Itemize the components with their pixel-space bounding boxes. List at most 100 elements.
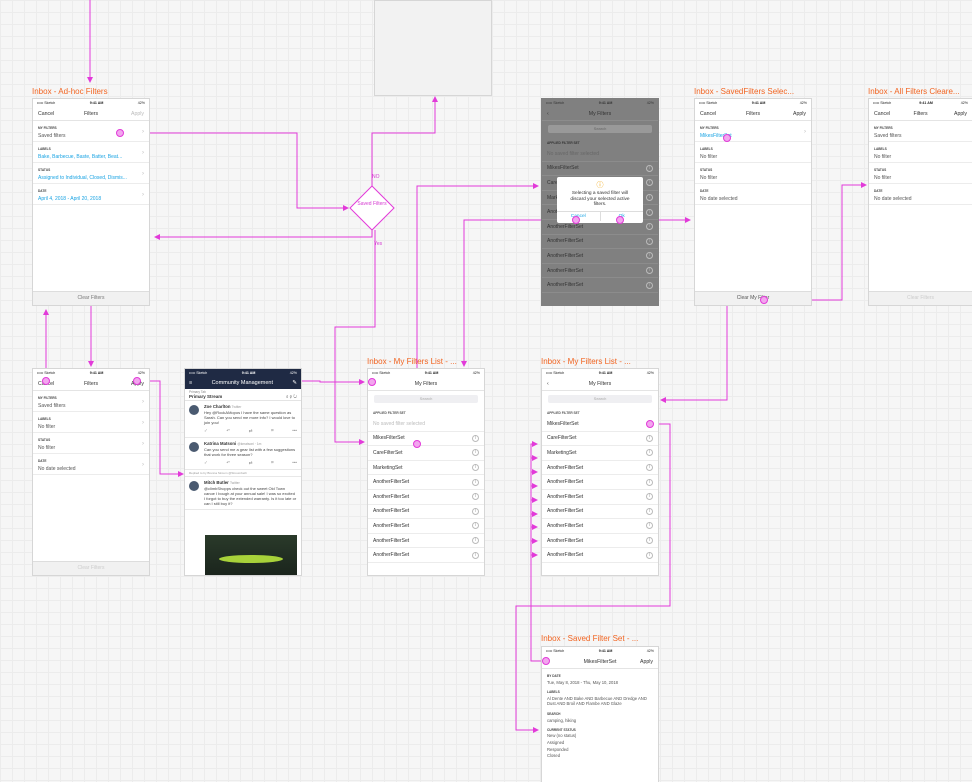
post-actions[interactable]: ✓ ↶ ⇄ ⌗ ••• (204, 460, 297, 466)
cancel-button[interactable]: Cancel (38, 111, 60, 117)
post-item[interactable]: Zoe Charlton Twitter Hey @RockAMopos I ha… (185, 401, 301, 438)
filter-row-my-filters[interactable]: MY FILTERS MikesFilterSet › (695, 121, 811, 142)
apply-button[interactable]: Apply (122, 111, 144, 117)
tag-icon[interactable]: ⌗ (271, 460, 274, 466)
filter-row-status[interactable]: STATUS Assigned to Individual, Closed, Di… (33, 163, 149, 184)
info-icon[interactable]: i (646, 449, 653, 457)
filter-row-date[interactable]: DATE No date selected › (33, 454, 149, 475)
list-item[interactable]: CareFilterSeti (542, 432, 658, 447)
info-icon[interactable]: i (646, 179, 653, 187)
list-item[interactable]: AnotherFilterSeti (368, 548, 484, 563)
app-title[interactable]: Community Management (212, 380, 273, 386)
hotspot[interactable] (616, 216, 624, 224)
cancel-button[interactable]: Cancel (700, 111, 722, 117)
list-item[interactable]: AnotherFilterSeti (542, 548, 658, 563)
info-icon[interactable]: i (472, 537, 479, 545)
clear-my-filter-button[interactable]: Clear My Filter (695, 291, 811, 305)
filter-row-date[interactable]: DATE April 4, 2018 - April 20, 2018 › (33, 184, 149, 205)
filter-row-status[interactable]: STATUS No filter › (33, 433, 149, 454)
info-icon[interactable]: i (646, 537, 653, 545)
hotspot[interactable] (572, 216, 580, 224)
search-input[interactable]: Search (548, 395, 652, 403)
list-item[interactable]: AnotherFilterSeti (368, 519, 484, 534)
list-item[interactable]: AnotherFilterSeti (542, 235, 658, 250)
hotspot[interactable] (646, 420, 654, 428)
hotspot[interactable] (42, 377, 50, 385)
back-chevron-icon[interactable]: ‹ (547, 111, 569, 117)
reply-icon[interactable]: ↶ (226, 460, 230, 466)
list-item[interactable]: AnotherFilterSeti (368, 534, 484, 549)
post-actions[interactable]: ✓ ↶ ⇄ ⌗ ••• (204, 428, 297, 434)
back-chevron-icon[interactable]: ‹ (373, 381, 395, 387)
clear-filters-button[interactable]: Clear Filters (33, 561, 149, 575)
info-icon[interactable]: i (646, 237, 653, 245)
hotspot[interactable] (760, 296, 768, 304)
info-icon[interactable]: i (646, 522, 653, 530)
menu-icon[interactable]: ≡ (189, 380, 192, 386)
clear-filters-button[interactable]: Clear Filters (33, 291, 149, 305)
toolbar-icons[interactable]: ⌕ ⚲ ↻ (286, 394, 297, 399)
list-item[interactable]: AnotherFilterSeti (542, 264, 658, 279)
list-item[interactable]: AnotherFilterSeti (542, 461, 658, 476)
hotspot[interactable] (542, 657, 550, 665)
list-item[interactable]: MarketingSeti (542, 446, 658, 461)
list-item[interactable]: AnotherFilterSeti (542, 249, 658, 264)
list-item[interactable]: MarketingSeti (368, 461, 484, 476)
check-icon[interactable]: ✓ (204, 460, 208, 466)
info-icon[interactable]: i (472, 507, 479, 515)
list-item-applied[interactable]: MikesFilterSet (542, 417, 658, 432)
info-icon[interactable]: i (646, 223, 653, 231)
info-icon[interactable]: i (646, 478, 653, 486)
list-item[interactable]: AnotherFilterSeti (368, 490, 484, 505)
back-chevron-icon[interactable]: ‹ (547, 381, 569, 387)
filter-row-date[interactable]: DATE No date selected (869, 184, 972, 205)
info-icon[interactable]: i (472, 522, 479, 530)
info-icon[interactable]: i (646, 434, 653, 442)
cancel-button[interactable]: Cancel (874, 111, 896, 117)
info-icon[interactable]: i (472, 478, 479, 486)
hotspot[interactable] (413, 440, 421, 448)
list-item[interactable]: AnotherFilterSeti (542, 278, 658, 293)
more-icon[interactable]: ••• (292, 460, 297, 466)
info-icon[interactable]: i (646, 267, 653, 275)
info-icon[interactable]: i (646, 194, 653, 202)
info-icon[interactable]: i (472, 551, 479, 559)
info-icon[interactable]: i (646, 493, 653, 501)
filter-row-labels[interactable]: LABELS No filter › (33, 412, 149, 433)
tag-icon[interactable]: ⌗ (271, 428, 274, 434)
post-item[interactable]: Mitch Butler Twitter @climbShopps check o… (185, 477, 301, 510)
filter-row-my-filters[interactable]: MY FILTERS Saved filters (869, 121, 972, 142)
info-icon[interactable]: i (472, 493, 479, 501)
info-icon[interactable]: i (646, 208, 653, 216)
hotspot[interactable] (116, 129, 124, 137)
list-item[interactable]: AnotherFilterSeti (368, 475, 484, 490)
info-icon[interactable]: i (646, 551, 653, 559)
list-item[interactable]: MikesFilterSet i (542, 162, 658, 177)
compose-icon[interactable]: ✎ (292, 380, 297, 386)
retweet-icon[interactable]: ⇄ (249, 460, 253, 466)
filter-row-my-filters[interactable]: MY FILTERS Saved filters › (33, 121, 149, 142)
post-item[interactable]: Katrina Matsoni @kmatsoni · 1m Can you se… (185, 438, 301, 470)
filter-row-labels[interactable]: LABELS No filter (869, 142, 972, 163)
apply-button[interactable]: Apply (784, 111, 806, 117)
list-item[interactable]: CareFilterSeti (368, 446, 484, 461)
list-item[interactable]: AnotherFilterSeti (542, 534, 658, 549)
filter-row-labels[interactable]: LABELS Bake, Barbecue, Baste, Batter, Bea… (33, 142, 149, 163)
info-icon[interactable]: i (472, 464, 479, 472)
list-item[interactable]: AnotherFilterSeti (542, 475, 658, 490)
filter-row-my-filters[interactable]: MY FILTERS Saved filters › (33, 391, 149, 412)
hotspot[interactable] (723, 134, 731, 142)
filter-row-status[interactable]: STATUS No filter (869, 163, 972, 184)
list-item[interactable]: MikesFilterSet i (368, 432, 484, 447)
info-icon[interactable]: i (646, 507, 653, 515)
search-input[interactable]: Search (374, 395, 478, 403)
retweet-icon[interactable]: ⇄ (249, 428, 253, 434)
info-icon[interactable]: i (646, 164, 653, 172)
info-icon[interactable]: i (472, 449, 479, 457)
hotspot[interactable] (133, 377, 141, 385)
info-icon[interactable]: i (646, 464, 653, 472)
list-item[interactable]: AnotherFilterSeti (542, 505, 658, 520)
search-input[interactable]: Search (548, 125, 652, 133)
back-chevron-icon[interactable]: ‹ (547, 659, 569, 665)
more-icon[interactable]: ••• (292, 428, 297, 434)
